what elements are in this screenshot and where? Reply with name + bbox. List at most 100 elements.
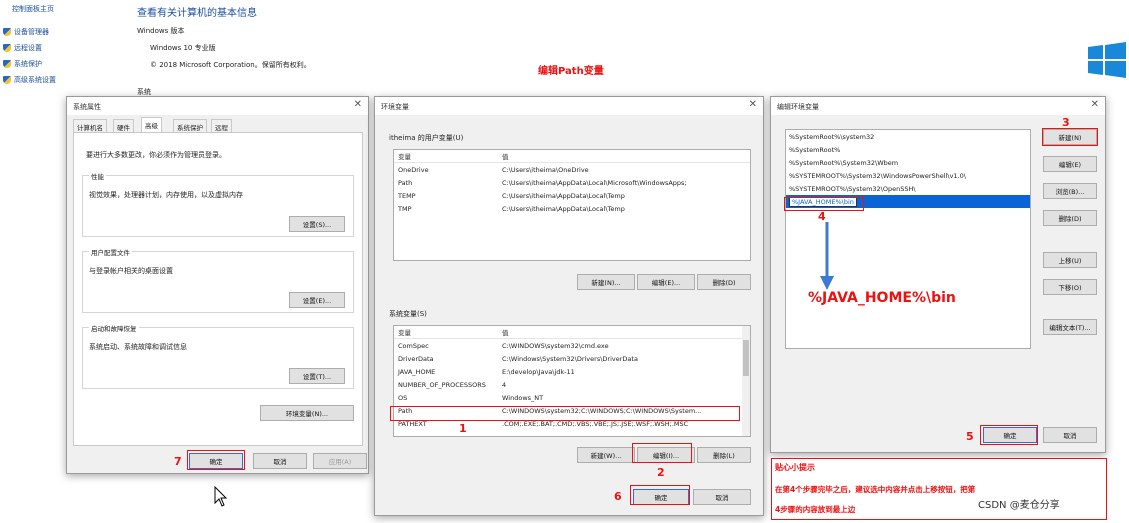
step1-highlight xyxy=(390,406,740,421)
performance-desc: 视觉效果，处理器计划，内存使用，以及虚拟内存 xyxy=(89,191,243,199)
profile-settings-button[interactable]: 设置(E)... xyxy=(289,292,345,308)
startup-desc: 系统启动、系统故障和调试信息 xyxy=(89,343,187,351)
table-row[interactable]: TEMP C:\Users\itheima\AppData\Local\Temp xyxy=(394,189,750,202)
user-vars-list[interactable]: 变量值 OneDrive C:\Users\itheima\OneDrive Pa… xyxy=(393,149,751,261)
table-row[interactable]: TMP C:\Users\itheima\AppData\Local\Temp xyxy=(394,202,750,215)
tab-panel: 要进行大多数更改，你必须作为管理员登录。 性能 视觉效果，处理器计划，内存使用，… xyxy=(73,132,363,446)
list-item[interactable]: %SystemRoot%\system32 xyxy=(786,130,1030,143)
profile-desc: 与登录帐户相关的桌面设置 xyxy=(89,267,173,275)
table-row[interactable]: JAVA_HOME E:\develop\Java\jdk-11 xyxy=(394,365,750,378)
page-title: 查看有关计算机的基本信息 xyxy=(137,8,257,19)
edition-section-label: Windows 版本 xyxy=(137,27,185,35)
table-row[interactable]: Path C:\Users\itheima\AppData\Local\Micro… xyxy=(394,176,750,189)
step6-highlight xyxy=(630,485,690,505)
shield-icon xyxy=(3,60,11,68)
edit-text-button[interactable]: 编辑文本(T)... xyxy=(1043,319,1097,335)
startup-label: 启动和故障恢复 xyxy=(89,323,139,333)
cancel-button[interactable]: 取消 xyxy=(693,489,751,505)
tab-system-protection[interactable]: 系统保护 xyxy=(173,119,207,132)
apply-button[interactable]: 应用(A) xyxy=(313,453,367,469)
cancel-button[interactable]: 取消 xyxy=(253,453,307,469)
shield-icon xyxy=(3,44,11,52)
close-icon[interactable]: ✕ xyxy=(1091,99,1099,110)
move-up-button[interactable]: 上移(U) xyxy=(1043,252,1097,268)
sidebar-item-device-manager[interactable]: 设备管理器 xyxy=(3,24,56,40)
list-item[interactable]: %SystemRoot% xyxy=(786,143,1030,156)
sidebar-item-advanced[interactable]: 高级系统设置 xyxy=(3,72,56,88)
window-title: 环境变量 xyxy=(375,97,763,115)
list-item[interactable]: %SYSTEMROOT%\System32\OpenSSH\ xyxy=(786,182,1030,195)
list-item[interactable]: %SystemRoot%\System32\Wbem xyxy=(786,156,1030,169)
shield-icon xyxy=(3,76,11,84)
window-title: 系统属性 xyxy=(67,97,368,115)
user-new-button[interactable]: 新建(N)... xyxy=(577,274,635,290)
watermark: CSDN @麦仓分享 xyxy=(978,496,1060,511)
profile-label: 用户配置文件 xyxy=(89,247,132,257)
step-7-number: 7 xyxy=(174,455,182,468)
sidebar-item-protection[interactable]: 系统保护 xyxy=(3,56,56,72)
step4-highlight xyxy=(784,197,864,211)
tip-line-2: 4步骤的内容放到最上边 xyxy=(775,505,856,514)
tab-remote[interactable]: 远程 xyxy=(211,119,232,132)
table-row[interactable]: ComSpec C:\WINDOWS\system32\cmd.exe xyxy=(394,339,750,352)
tip-title: 贴心小提示 xyxy=(775,463,815,472)
scrollbar[interactable] xyxy=(742,326,750,436)
user-vars-label: itheima 的用户变量(U) xyxy=(389,134,464,142)
performance-settings-button[interactable]: 设置(S)... xyxy=(289,216,345,232)
step-3-number: 3 xyxy=(1062,116,1070,129)
edit-button[interactable]: 编辑(E) xyxy=(1043,156,1097,172)
table-row[interactable]: NUMBER_OF_PROCESSORS 4 xyxy=(394,378,750,391)
edition-text: Windows 10 专业版 xyxy=(150,44,216,52)
shield-icon xyxy=(3,28,11,36)
system-delete-button[interactable]: 删除(L) xyxy=(697,447,751,463)
step2-highlight xyxy=(632,443,692,463)
user-delete-button[interactable]: 删除(D) xyxy=(697,274,751,290)
sidebar-item-remote[interactable]: 远程设置 xyxy=(3,40,56,56)
cursor-icon xyxy=(214,485,228,510)
system-new-button[interactable]: 新建(W)... xyxy=(577,447,635,463)
performance-group: 性能 视觉效果，处理器计划，内存使用，以及虚拟内存 设置(S)... xyxy=(82,171,354,237)
performance-label: 性能 xyxy=(89,171,106,181)
java-home-bin-callout: %JAVA_HOME%\bin xyxy=(808,290,956,306)
control-panel-home-link[interactable]: 控制面板主页 xyxy=(12,4,54,14)
arrow-down-icon xyxy=(820,222,834,294)
delete-button[interactable]: 删除(D) xyxy=(1043,210,1097,226)
profile-group: 用户配置文件 与登录帐户相关的桌面设置 设置(E)... xyxy=(82,247,354,313)
environment-variables-window: 环境变量 ✕ itheima 的用户变量(U) 变量值 OneDrive C:\U… xyxy=(374,96,764,516)
step5-highlight xyxy=(980,425,1038,445)
annotation-title: 编辑Path变量 xyxy=(538,66,604,77)
list-header: 变量值 xyxy=(394,326,750,339)
scrollbar-thumb[interactable] xyxy=(743,340,749,376)
tab-computer-name[interactable]: 计算机名 xyxy=(73,119,107,132)
tip-line-1: 在第4个步骤完毕之后，建议选中内容并点击上移按钮，把第 xyxy=(775,485,976,494)
step-6-number: 6 xyxy=(614,490,622,503)
step7-highlight xyxy=(187,450,245,470)
step-5-number: 5 xyxy=(966,430,974,443)
copyright-text: © 2018 Microsoft Corporation。保留所有权利。 xyxy=(150,61,311,69)
admin-note: 要进行大多数更改，你必须作为管理员登录。 xyxy=(86,151,226,159)
environment-variables-button[interactable]: 环境变量(N)... xyxy=(260,405,354,421)
step-1-number: 1 xyxy=(459,422,467,435)
window-title: 编辑环境变量 xyxy=(771,97,1105,115)
table-row[interactable]: OneDrive C:\Users\itheima\OneDrive xyxy=(394,163,750,176)
close-icon[interactable]: ✕ xyxy=(354,99,362,110)
startup-group: 启动和故障恢复 系统启动、系统故障和调试信息 设置(T)... xyxy=(82,323,354,389)
close-icon[interactable]: ✕ xyxy=(749,99,757,110)
list-header: 变量值 xyxy=(394,150,750,163)
tab-hardware[interactable]: 硬件 xyxy=(113,119,134,132)
cancel-button[interactable]: 取消 xyxy=(1043,427,1097,443)
control-panel-links: 设备管理器 远程设置 系统保护 高级系统设置 xyxy=(3,24,56,88)
table-row[interactable]: OS Windows_NT xyxy=(394,391,750,404)
step3-highlight xyxy=(1042,128,1098,146)
step-2-number: 2 xyxy=(657,466,665,479)
list-item[interactable]: %SYSTEMROOT%\System32\WindowsPowerShell\… xyxy=(786,169,1030,182)
startup-settings-button[interactable]: 设置(T)... xyxy=(289,368,345,384)
browse-button[interactable]: 浏览(B)... xyxy=(1043,183,1097,199)
windows-logo-icon xyxy=(1088,42,1126,78)
user-edit-button[interactable]: 编辑(E)... xyxy=(637,274,695,290)
tab-advanced[interactable]: 高级 xyxy=(141,117,162,132)
move-down-button[interactable]: 下移(O) xyxy=(1043,279,1097,295)
table-row[interactable]: DriverData C:\Windows\System32\Drivers\Dr… xyxy=(394,352,750,365)
system-properties-window: 系统属性 ✕ 计算机名 硬件 高级 系统保护 远程 要进行大多数更改，你必须作为… xyxy=(66,96,369,474)
system-vars-label: 系统变量(S) xyxy=(389,310,427,318)
